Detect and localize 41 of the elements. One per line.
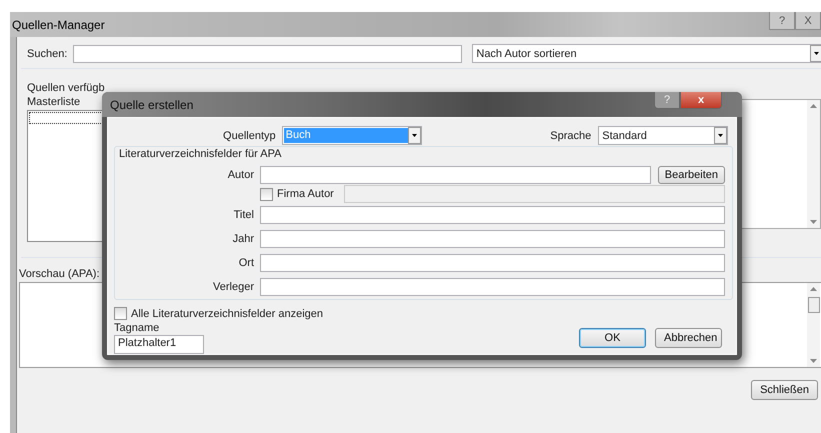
field-label: Titel <box>232 209 255 221</box>
text-field[interactable] <box>260 206 725 224</box>
field-label: Ort <box>238 257 255 269</box>
field-label: Autor <box>226 169 255 181</box>
company-author-checkbox[interactable]: Firma Autor <box>260 188 334 200</box>
dialog-title: Quelle erstellen <box>110 98 194 112</box>
source-type-label: Quellentyp <box>222 130 277 142</box>
help-button[interactable]: ? <box>769 12 795 30</box>
scroll-up-icon[interactable] <box>810 287 817 291</box>
language-label: Sprache <box>549 130 592 142</box>
company-author-field[interactable] <box>344 185 725 203</box>
close-button[interactable]: x <box>680 92 722 109</box>
scrollbar[interactable] <box>807 100 820 228</box>
window-title: Quellen-Manager <box>12 18 105 32</box>
field-label: Jahr <box>232 233 255 245</box>
preview-label: Vorschau (APA): <box>19 268 100 280</box>
search-field[interactable] <box>73 44 462 62</box>
text-field[interactable] <box>260 230 725 248</box>
scroll-down-icon[interactable] <box>810 359 817 363</box>
search-label: Suchen: <box>27 48 68 60</box>
text-field[interactable] <box>260 278 725 296</box>
scrollbar[interactable] <box>807 283 820 367</box>
current-list[interactable] <box>739 99 821 229</box>
edit-button[interactable]: Bearbeiten <box>658 166 725 184</box>
sort-dropdown[interactable]: Nach Autor sortieren <box>472 44 821 63</box>
sources-label: Quellen verfügb <box>27 82 106 94</box>
language-dropdown[interactable]: Standard <box>598 126 728 145</box>
scroll-up-icon[interactable] <box>810 104 817 108</box>
field-label: Verleger <box>212 281 255 293</box>
close-button[interactable]: X <box>795 12 821 30</box>
show-all-checkbox[interactable]: Alle Literaturverzeichnisfelder anzeigen <box>114 307 728 320</box>
scroll-thumb[interactable] <box>808 297 820 313</box>
close-dialog-button[interactable]: Schließen <box>751 380 818 400</box>
text-field[interactable] <box>260 254 725 272</box>
ok-button[interactable]: OK <box>579 328 646 348</box>
tag-name-field[interactable]: Platzhalter1 <box>114 335 204 354</box>
author-field[interactable] <box>260 166 651 184</box>
scroll-down-icon[interactable] <box>810 220 817 224</box>
tag-name-label: Tagname <box>114 322 160 334</box>
group-title: Literaturverzeichnisfelder für APA <box>119 148 282 160</box>
cancel-button[interactable]: Abbrechen <box>655 328 722 348</box>
